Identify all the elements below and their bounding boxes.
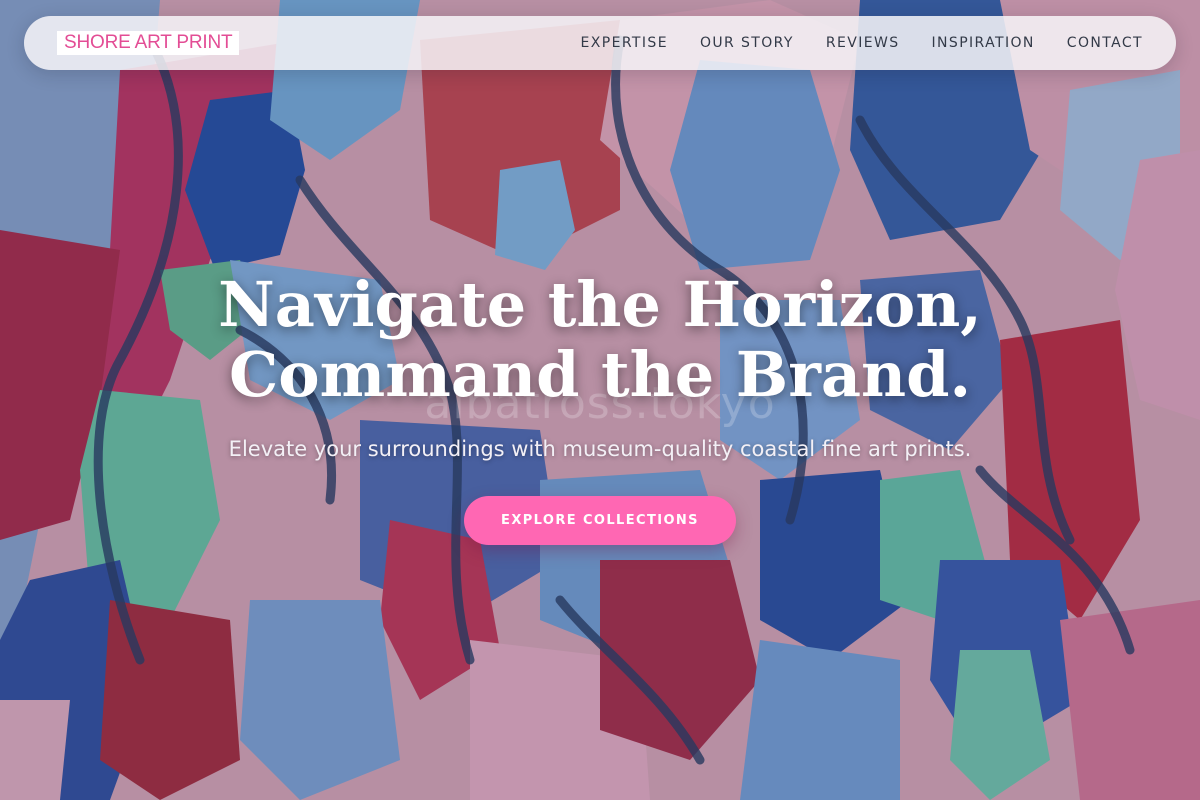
nav-link-inspiration[interactable]: INSPIRATION: [932, 35, 1035, 51]
nav-links: EXPERTISE OUR STORY REVIEWS INSPIRATION …: [581, 16, 1144, 70]
top-navbar: SHORE ART PRINT EXPERTISE OUR STORY REVI…: [24, 16, 1176, 70]
nav-link-expertise[interactable]: EXPERTISE: [581, 35, 668, 51]
brand-logo[interactable]: SHORE ART PRINT: [57, 31, 240, 55]
nav-link-reviews[interactable]: REVIEWS: [826, 35, 900, 51]
hero-headline: Navigate the Horizon, Command the Brand.: [0, 270, 1200, 410]
hero-subtitle: Elevate your surroundings with museum-qu…: [228, 437, 972, 461]
nav-link-our-story[interactable]: OUR STORY: [700, 35, 794, 51]
explore-collections-button[interactable]: EXPLORE COLLECTIONS: [464, 496, 736, 545]
hero-section: albatross.tokyo Navigate the Horizon, Co…: [0, 0, 1200, 800]
headline-line-2: Command the Brand.: [228, 338, 972, 411]
headline-line-1: Navigate the Horizon,: [218, 268, 982, 341]
nav-link-contact[interactable]: CONTACT: [1067, 35, 1143, 51]
